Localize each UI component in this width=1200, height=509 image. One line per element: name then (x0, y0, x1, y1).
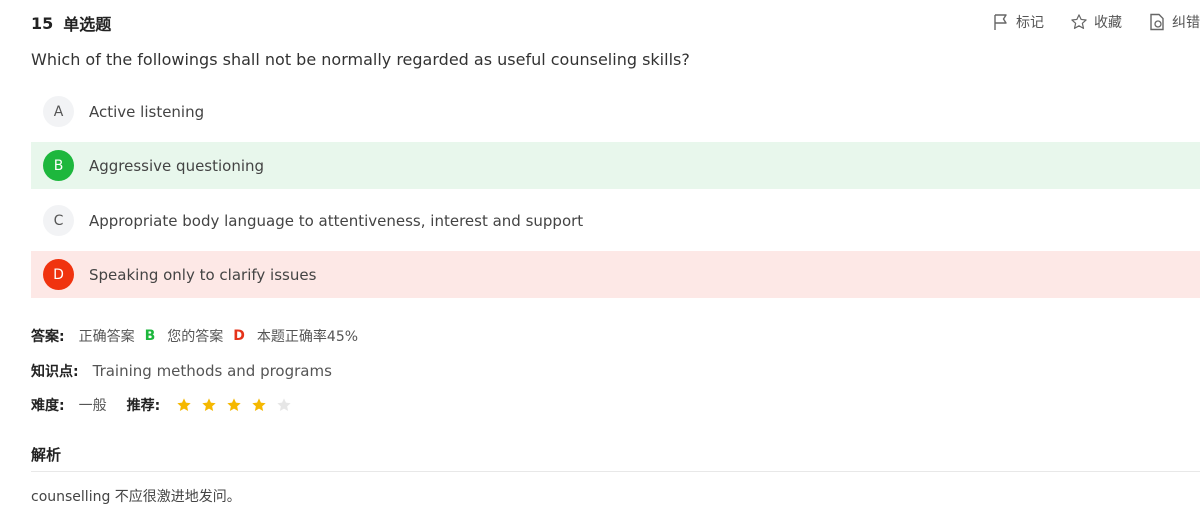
mark-button[interactable]: 标记 (992, 12, 1044, 32)
question-header: 15 单选题 (31, 12, 112, 35)
analysis-text: counselling 不应很激进地发问。 (31, 489, 241, 505)
divider (31, 471, 1200, 472)
star-filled-icon (227, 398, 241, 411)
option-letter: D (43, 259, 74, 290)
favorite-button[interactable]: 收藏 (1070, 12, 1122, 32)
favorite-label: 收藏 (1094, 15, 1122, 31)
star-filled-icon (177, 398, 191, 411)
option-letter: A (43, 96, 74, 127)
mark-label: 标记 (1016, 15, 1044, 31)
question-number: 15 (31, 13, 54, 33)
option-a[interactable]: A Active listening (31, 88, 1200, 135)
answer-row: 答案: 正确答案 B 您的答案 D 本题正确率45% (31, 326, 358, 346)
your-answer-label: 您的答案 (167, 329, 224, 345)
question-stem: Which of the followings shall not be nor… (31, 50, 690, 69)
correct-answer-value: B (144, 328, 156, 344)
report-label: 纠错 (1172, 15, 1200, 31)
option-letter: C (43, 205, 74, 236)
report-icon (1150, 13, 1164, 31)
knowledge-value: Training methods and programs (92, 362, 332, 380)
recommend-label: 推荐: (126, 398, 161, 414)
knowledge-row: 知识点: Training methods and programs (31, 361, 332, 381)
knowledge-label: 知识点: (31, 364, 79, 380)
option-text: Aggressive questioning (89, 156, 265, 175)
option-c[interactable]: C Appropriate body language to attentive… (31, 197, 1200, 244)
question-actions: 标记 收藏 纠错 (992, 12, 1200, 32)
star-filled-icon (202, 398, 216, 411)
question-type: 单选题 (63, 15, 112, 34)
your-answer-value: D (233, 328, 245, 344)
option-text: Speaking only to clarify issues (89, 265, 317, 284)
option-text: Appropriate body language to attentivene… (89, 211, 584, 230)
correct-rate: 本题正确率45% (256, 329, 359, 345)
star-filled-icon (252, 398, 266, 411)
difficulty-label: 难度: (31, 398, 65, 414)
star-empty-icon (277, 398, 291, 411)
difficulty-row: 难度: 一般 推荐: (31, 395, 301, 415)
correct-answer-label: 正确答案 (78, 329, 135, 345)
option-letter: B (43, 150, 74, 181)
report-button[interactable]: 纠错 (1148, 12, 1200, 32)
difficulty-value: 一般 (78, 398, 107, 414)
analysis-title: 解析 (31, 446, 62, 464)
star-outline-icon (1071, 14, 1087, 29)
recommend-stars (176, 397, 301, 413)
flag-icon (994, 14, 1007, 30)
option-d[interactable]: D Speaking only to clarify issues (31, 251, 1200, 298)
option-b[interactable]: B Aggressive questioning (31, 142, 1200, 189)
option-text: Active listening (89, 102, 205, 121)
answer-label: 答案: (31, 329, 65, 345)
